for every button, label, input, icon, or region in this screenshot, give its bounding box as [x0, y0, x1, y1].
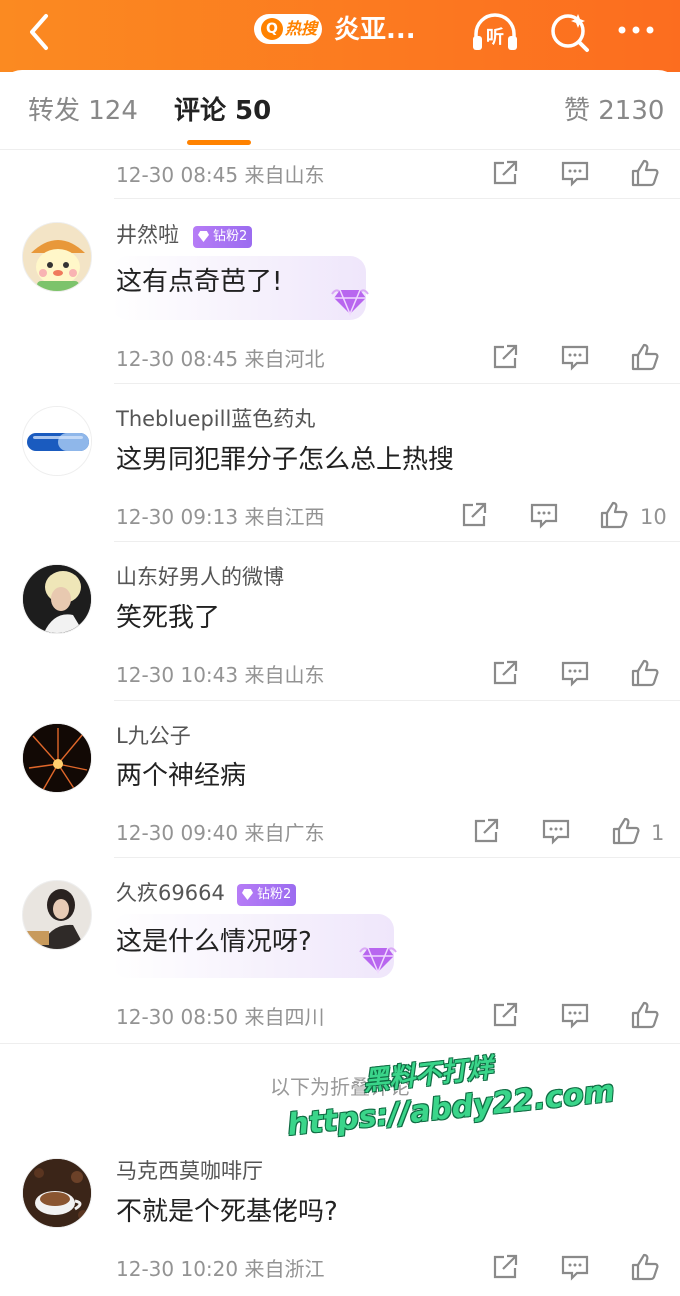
active-tab-indicator	[187, 140, 251, 145]
comment-meta-row: 12-30 09:40 来自广东 1	[0, 810, 680, 860]
like-icon[interactable]	[630, 1000, 660, 1030]
repost-icon[interactable]	[490, 342, 520, 372]
like-icon[interactable]	[630, 658, 660, 688]
divider	[114, 541, 680, 542]
avatar-blue-pill-icon	[23, 407, 91, 475]
page-title[interactable]: 炎亚...	[334, 12, 416, 48]
comment-time: 12-30 09:40 来自广东	[116, 821, 325, 845]
comment-time: 12-30 08:45 来自山东	[116, 163, 325, 187]
comment-text: 这男同犯罪分子怎么总上热搜	[116, 445, 455, 475]
tab-comments[interactable]: 评论 50	[174, 94, 271, 128]
like-count: 10	[640, 505, 667, 529]
comment-text: 不就是个死基佬吗?	[116, 1197, 338, 1227]
repost-icon[interactable]	[490, 158, 520, 188]
avatar-cartoon-icon	[23, 223, 91, 291]
tab-reposts[interactable]: 转发 124	[28, 94, 138, 128]
search-icon: Q	[261, 18, 283, 40]
like-icon[interactable]	[630, 1252, 660, 1282]
repost-icon[interactable]	[490, 1252, 520, 1282]
back-arrow-icon[interactable]	[20, 12, 60, 52]
search-sparkle-icon[interactable]	[546, 10, 596, 54]
avatar-photo-icon	[23, 881, 91, 949]
comment-icon[interactable]	[560, 658, 590, 688]
hot-search-pill[interactable]: Q 热搜	[254, 14, 322, 44]
comment-meta-row: 12-30 08:45 来自山东	[0, 152, 680, 202]
top-nav-bar: Q 热搜 炎亚... 听	[0, 0, 680, 72]
username[interactable]: L九公子	[116, 721, 191, 751]
fan-badge: 钻粉2	[193, 226, 253, 248]
comment-icon[interactable]	[560, 1000, 590, 1030]
username[interactable]: 山东好男人的微博	[116, 562, 284, 592]
comment-time: 12-30 08:50 来自四川	[116, 1005, 325, 1029]
avatar-photo-icon	[23, 565, 91, 633]
more-options-icon[interactable]	[612, 10, 662, 54]
comment-icon[interactable]	[560, 342, 590, 372]
comment-time: 12-30 10:43 来自山东	[116, 663, 325, 687]
divider	[114, 383, 680, 384]
fan-badge: 钻粉2	[237, 884, 297, 906]
comment-time: 12-30 09:13 来自江西	[116, 505, 325, 529]
comment-text: 这有点奇芭了!	[116, 267, 283, 297]
avatar-coffee-icon	[23, 1159, 91, 1227]
divider	[114, 198, 680, 199]
username[interactable]: 井然啦	[116, 220, 179, 250]
listen-headphones-icon[interactable]: 听	[470, 10, 520, 54]
comment-text: 笑死我了	[116, 603, 221, 633]
diamond-gem-icon	[331, 289, 369, 316]
avatar[interactable]	[22, 723, 92, 793]
tab-bar: 转发 124 评论 50 赞 2130	[0, 70, 680, 150]
repost-icon[interactable]	[490, 1000, 520, 1030]
repost-icon[interactable]	[471, 816, 501, 846]
listen-label: 听	[486, 26, 504, 48]
comment-text: 这是什么情况呀?	[116, 927, 312, 957]
comment-icon[interactable]	[541, 816, 571, 846]
avatar[interactable]	[22, 1158, 92, 1228]
like-icon[interactable]	[630, 342, 660, 372]
avatar[interactable]	[22, 222, 92, 292]
hot-search-label: 热搜	[285, 19, 318, 38]
tab-likes[interactable]: 赞 2130	[564, 94, 664, 128]
avatar-sparks-icon	[23, 724, 91, 792]
comment-text: 两个神经病	[116, 761, 247, 791]
comment-meta-row: 12-30 09:13 来自江西 10	[0, 494, 680, 544]
diamond-gem-icon	[359, 947, 397, 974]
comment-meta-row: 12-30 10:20 来自浙江	[0, 1246, 680, 1296]
comment-icon[interactable]	[560, 1252, 590, 1282]
comment-meta-row: 12-30 08:45 来自河北	[0, 336, 680, 386]
like-icon[interactable]	[611, 816, 641, 846]
divider	[114, 700, 680, 701]
like-count: 1	[651, 821, 665, 845]
comment-meta-row: 12-30 10:43 来自山东	[0, 652, 680, 702]
username[interactable]: Thebluepill蓝色药丸	[116, 404, 315, 434]
comment-icon[interactable]	[529, 500, 559, 530]
username[interactable]: 马克西莫咖啡厅	[116, 1156, 263, 1186]
avatar[interactable]	[22, 406, 92, 476]
avatar[interactable]	[22, 880, 92, 950]
divider	[114, 857, 680, 858]
username[interactable]: 久疚69664	[116, 878, 225, 908]
comment-meta-row: 12-30 08:50 来自四川	[0, 994, 680, 1044]
like-icon[interactable]	[599, 500, 629, 530]
comment-time: 12-30 08:45 来自河北	[116, 347, 325, 371]
repost-icon[interactable]	[490, 658, 520, 688]
comment-icon[interactable]	[560, 158, 590, 188]
avatar[interactable]	[22, 564, 92, 634]
like-icon[interactable]	[630, 158, 660, 188]
repost-icon[interactable]	[459, 500, 489, 530]
